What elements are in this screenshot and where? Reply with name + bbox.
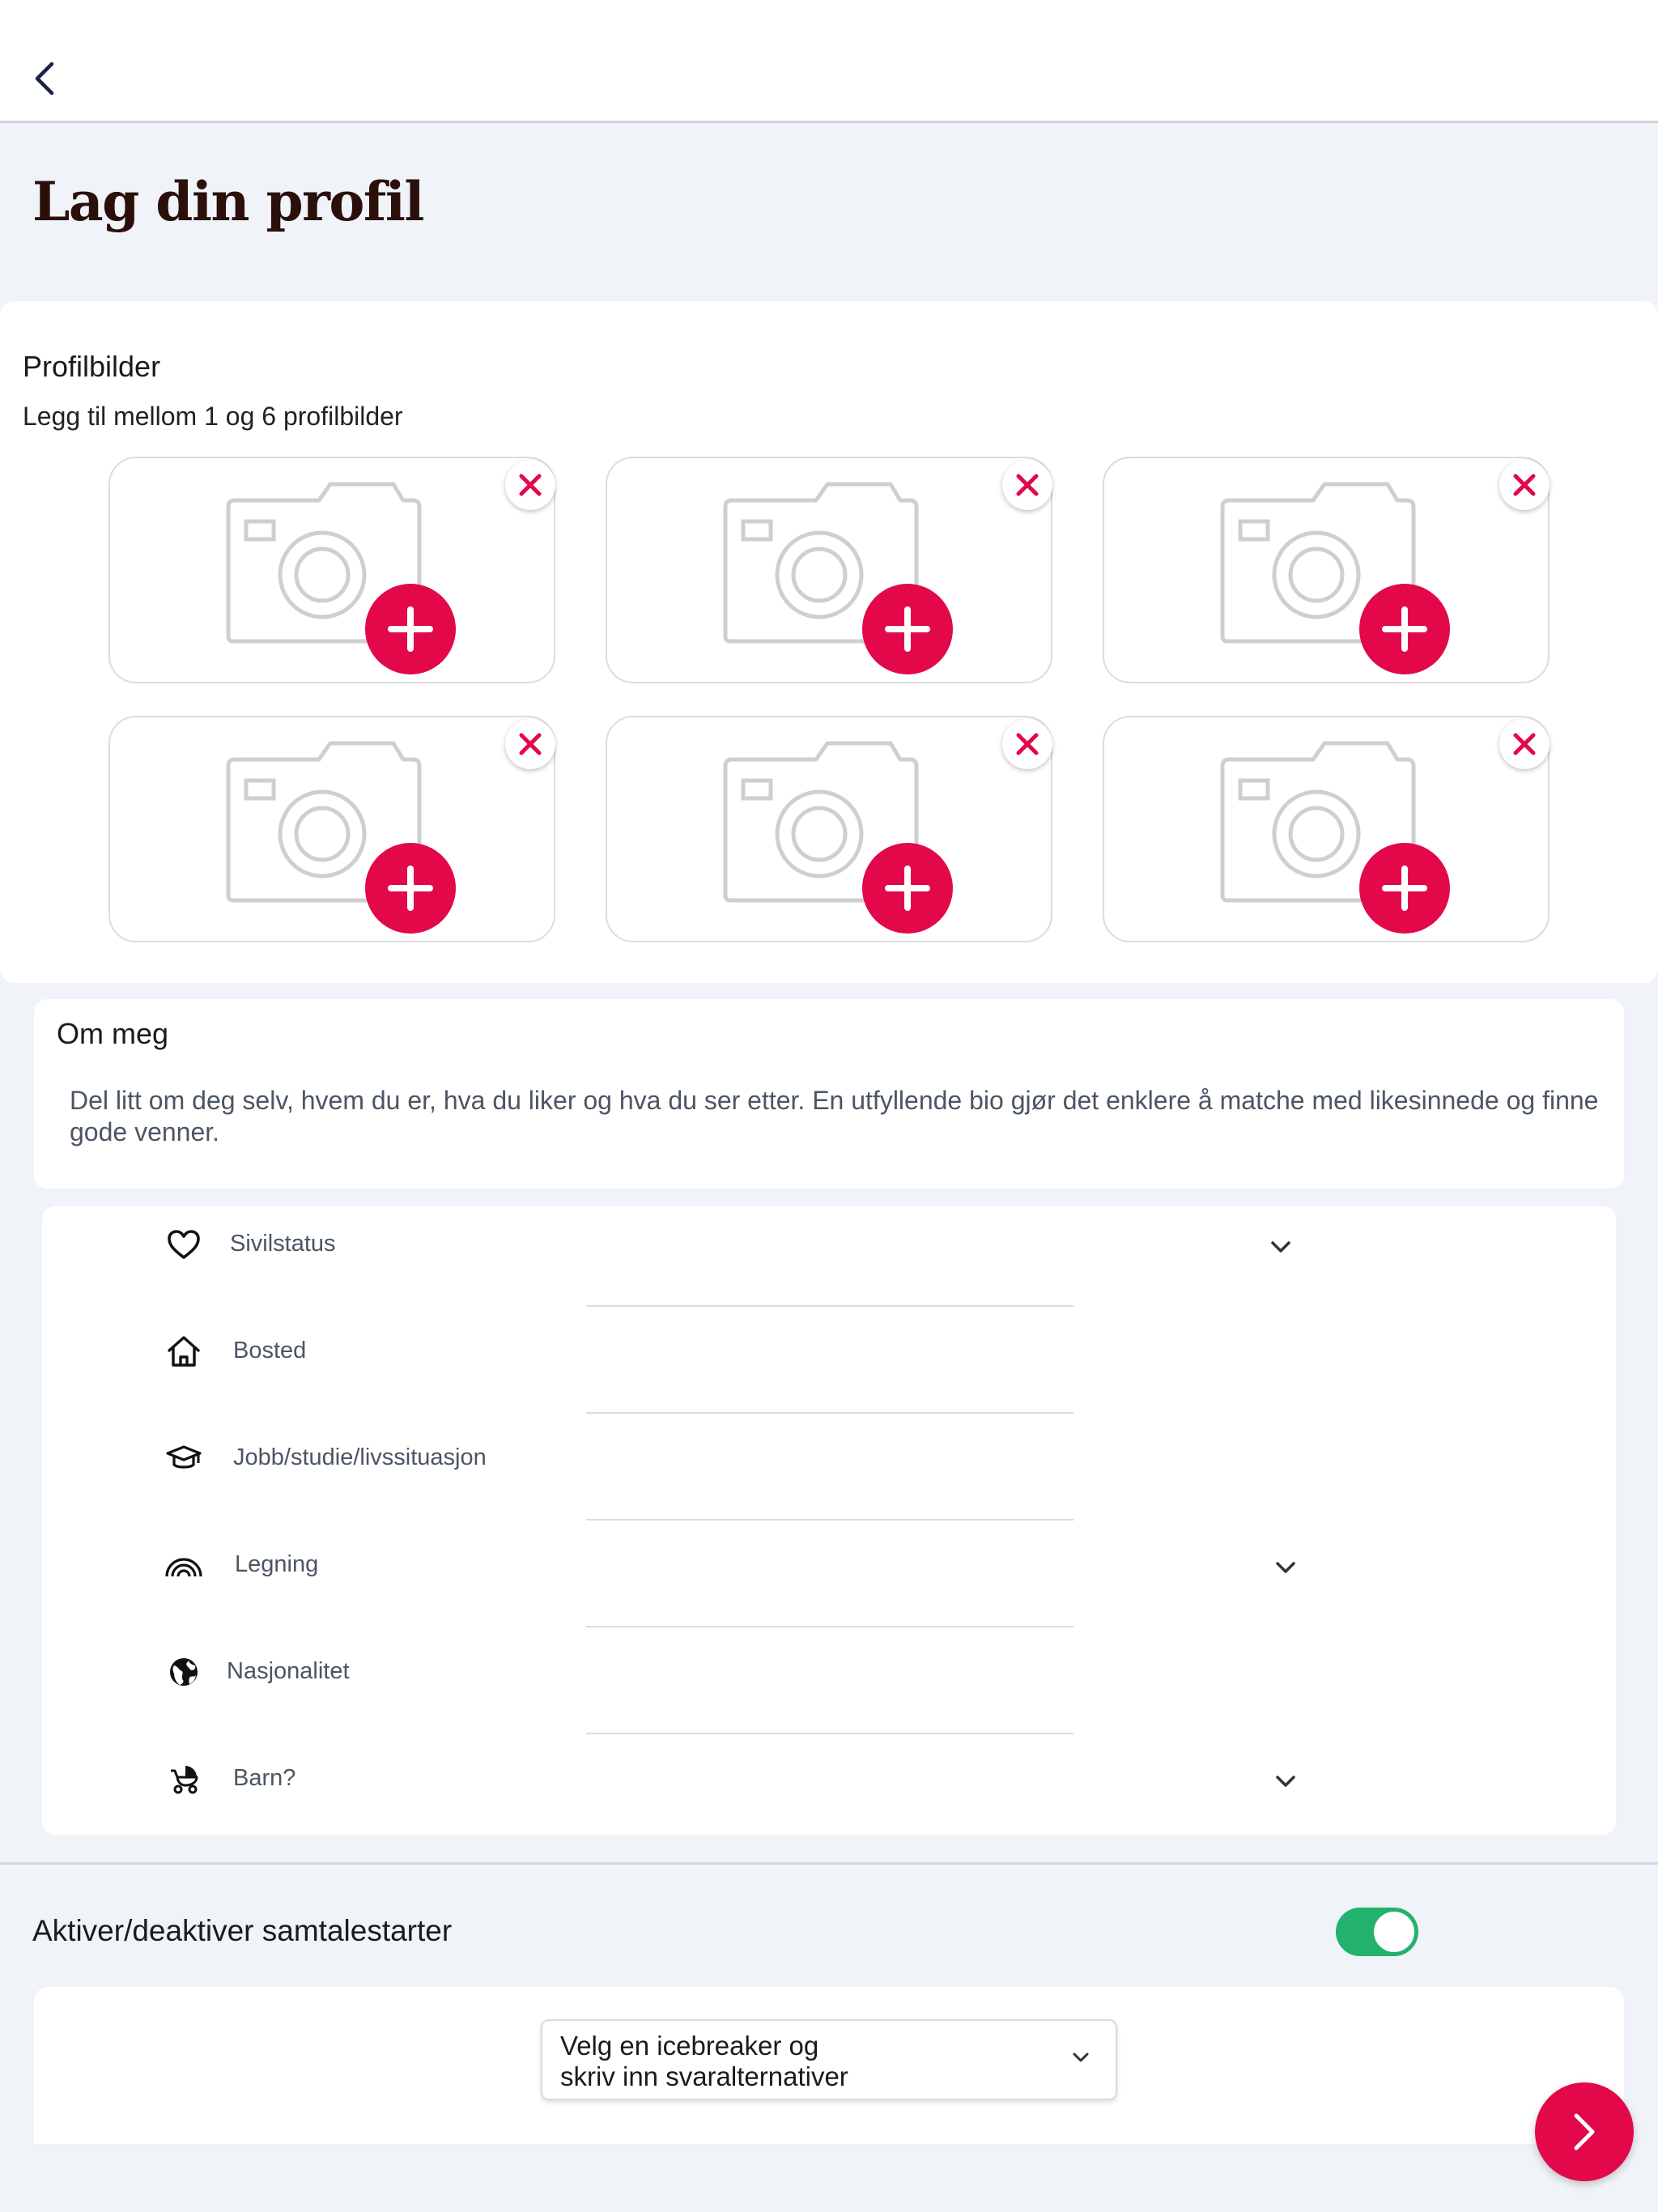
icebreaker-select-line1: Velg en icebreaker og xyxy=(560,2031,819,2061)
field-label: Bosted xyxy=(233,1338,307,1363)
field-nasjonalitet[interactable]: Nasjonalitet xyxy=(42,1634,1616,1739)
field-jobb[interactable]: Jobb/studie/livssituasjon xyxy=(42,1420,1616,1525)
bio-textarea[interactable]: Del litt om deg selv, hvem du er, hva du… xyxy=(70,1085,1608,1148)
field-sivilstatus[interactable]: Sivilstatus xyxy=(42,1206,1616,1312)
rainbow-icon xyxy=(164,1545,204,1585)
toggle-knob xyxy=(1374,1912,1414,1952)
add-photo-button[interactable] xyxy=(365,584,456,674)
close-icon xyxy=(1016,733,1039,755)
field-underline xyxy=(586,1305,1073,1307)
field-underline xyxy=(586,1412,1073,1414)
graduation-cap-icon xyxy=(164,1438,204,1478)
photo-slot[interactable] xyxy=(606,457,1052,683)
photo-slot[interactable] xyxy=(606,716,1052,942)
chevron-down-icon[interactable] xyxy=(1269,1551,1302,1584)
section-divider xyxy=(0,1862,1658,1865)
icebreaker-toggle[interactable] xyxy=(1336,1908,1418,1956)
add-photo-button[interactable] xyxy=(1359,843,1450,934)
heart-icon xyxy=(164,1224,204,1265)
remove-photo-button[interactable] xyxy=(1002,719,1052,769)
photo-slot[interactable] xyxy=(108,457,555,683)
plus-icon xyxy=(388,606,433,652)
home-icon xyxy=(164,1331,204,1372)
field-label: Sivilstatus xyxy=(230,1231,336,1257)
icebreaker-select-line2: skriv inn svaralternativer xyxy=(560,2061,848,2091)
about-title: Om meg xyxy=(57,1017,169,1050)
photo-slot[interactable] xyxy=(108,716,555,942)
remove-photo-button[interactable] xyxy=(505,719,555,769)
remove-photo-button[interactable] xyxy=(1002,460,1052,510)
add-photo-button[interactable] xyxy=(365,843,456,934)
chevron-down-icon[interactable] xyxy=(1269,1765,1302,1797)
field-label: Legning xyxy=(235,1551,319,1577)
icebreaker-select-text: Velg en icebreaker og skriv inn svaralte… xyxy=(560,2031,1014,2092)
add-photo-button[interactable] xyxy=(862,584,953,674)
icebreaker-toggle-label: Aktiver/deaktiver samtalestarter xyxy=(32,1914,453,1947)
close-icon xyxy=(1513,733,1536,755)
field-underline xyxy=(586,1519,1073,1521)
photo-slot[interactable] xyxy=(1103,457,1550,683)
plus-icon xyxy=(1382,866,1427,911)
plus-icon xyxy=(388,866,433,911)
field-bosted[interactable]: Bosted xyxy=(42,1313,1616,1419)
globe-icon xyxy=(164,1652,204,1692)
add-photo-button[interactable] xyxy=(862,843,953,934)
profile-photos-title: Profilbilder xyxy=(23,350,161,383)
close-icon xyxy=(519,733,542,755)
field-barn[interactable]: Barn? xyxy=(42,1741,1616,1846)
plus-icon xyxy=(885,866,930,911)
close-icon xyxy=(519,474,542,496)
remove-photo-button[interactable] xyxy=(505,460,555,510)
add-photo-button[interactable] xyxy=(1359,584,1450,674)
next-button[interactable] xyxy=(1535,2082,1634,2181)
back-button[interactable] xyxy=(24,50,65,107)
plus-icon xyxy=(885,606,930,652)
remove-photo-button[interactable] xyxy=(1499,719,1550,769)
close-icon xyxy=(1513,474,1536,496)
field-label: Barn? xyxy=(233,1765,296,1791)
close-icon xyxy=(1016,474,1039,496)
field-label: Jobb/studie/livssituasjon xyxy=(233,1444,487,1470)
photo-slot[interactable] xyxy=(1103,716,1550,942)
remove-photo-button[interactable] xyxy=(1499,460,1550,510)
chevron-down-icon[interactable] xyxy=(1265,1231,1297,1263)
field-legning[interactable]: Legning xyxy=(42,1527,1616,1632)
field-underline xyxy=(586,1733,1073,1734)
chevron-right-icon xyxy=(1574,2113,1595,2150)
profile-photos-subtitle: Legg til mellom 1 og 6 profilbilder xyxy=(23,402,403,431)
icebreaker-select[interactable]: Velg en icebreaker og skriv inn svaralte… xyxy=(541,2019,1117,2100)
field-underline xyxy=(586,1626,1073,1627)
stroller-icon xyxy=(164,1759,204,1799)
plus-icon xyxy=(1382,606,1427,652)
field-label: Nasjonalitet xyxy=(227,1658,350,1684)
chevron-left-icon xyxy=(35,62,54,96)
chevron-down-icon xyxy=(1073,2052,1089,2062)
page-title: Lag din profil xyxy=(32,170,424,233)
top-bar xyxy=(0,0,1658,123)
